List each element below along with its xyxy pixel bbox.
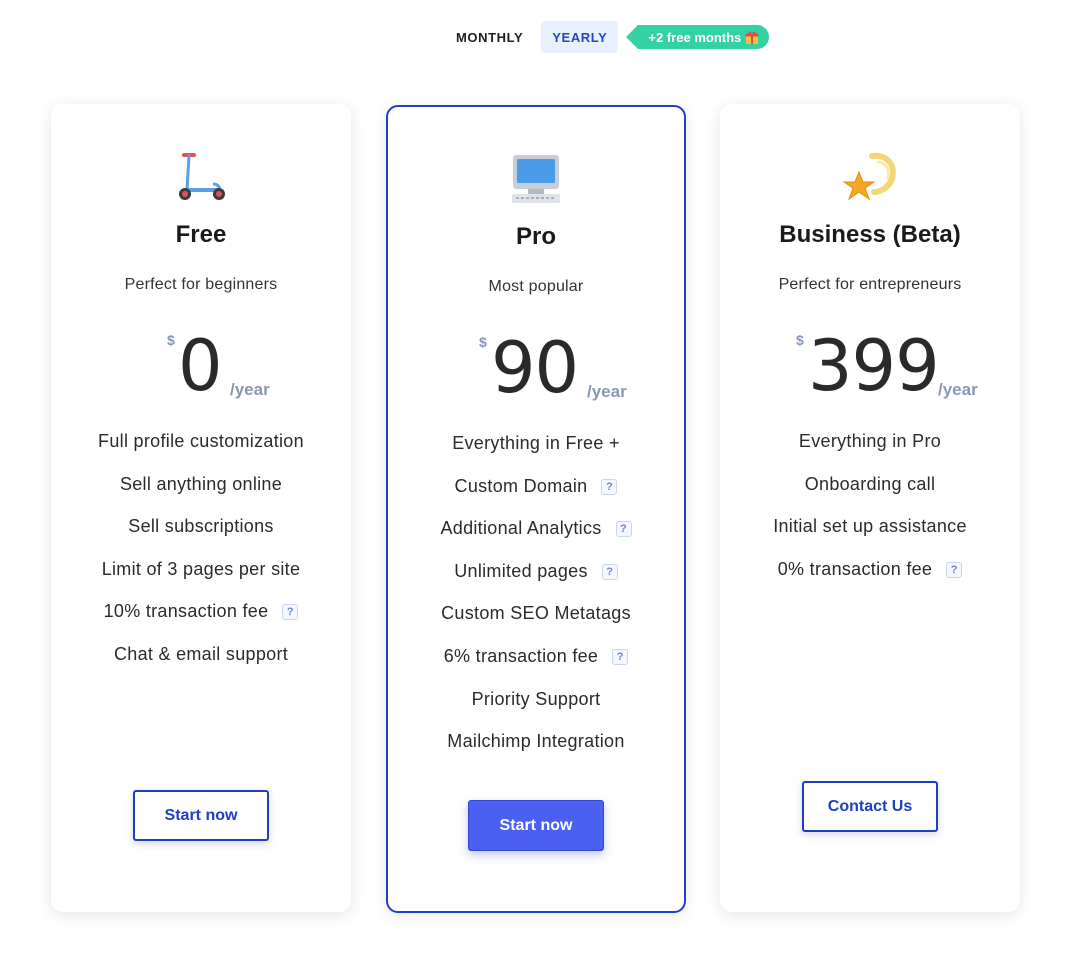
feature-item: Initial set up assistance	[720, 516, 1020, 559]
plan-tagline: Most popular	[488, 278, 584, 295]
plan-tagline: Perfect for entrepreneurs	[778, 276, 962, 293]
start-now-button[interactable]: Start now	[468, 800, 604, 851]
feature-text: Custom SEO Metatags	[441, 603, 631, 624]
shooting-star-icon	[842, 152, 896, 201]
feature-text: 0% transaction fee	[777, 558, 933, 579]
feature-item: 0% transaction fee?	[720, 559, 1020, 602]
plan-name: Business (Beta)	[779, 221, 961, 248]
feature-item: 10% transaction fee?	[51, 601, 351, 644]
help-icon[interactable]: ?	[946, 561, 963, 578]
price-amount: 0	[178, 325, 223, 407]
yearly-toggle-button[interactable]: YEARLY	[541, 21, 619, 53]
feature-item: Priority Support	[388, 689, 684, 732]
feature-text: Initial set up assistance	[773, 516, 967, 537]
feature-list: Full profile customization Sell anything…	[51, 431, 351, 687]
help-icon[interactable]: ?	[601, 563, 618, 580]
price-amount: 90	[491, 327, 579, 409]
feature-item: Sell subscriptions	[51, 516, 351, 559]
plan-card-free: Free Perfect for beginners $ 0 /year Ful…	[51, 104, 351, 912]
help-icon[interactable]: ?	[601, 478, 618, 495]
feature-text: Sell subscriptions	[128, 516, 274, 537]
plan-price: $ 0 /year	[51, 326, 351, 406]
plan-price: $ 90 /year	[388, 328, 684, 408]
price-currency: $	[796, 332, 804, 348]
gift-icon	[745, 31, 759, 44]
feature-item: Additional Analytics?	[388, 518, 684, 561]
feature-item: Onboarding call	[720, 474, 1020, 517]
feature-item: Everything in Pro	[720, 431, 1020, 474]
feature-text: 6% transaction fee	[443, 645, 599, 666]
plan-card-pro: Pro Most popular $ 90 /year Everything i…	[386, 105, 686, 913]
feature-text: Full profile customization	[98, 431, 304, 451]
feature-item: Unlimited pages?	[388, 561, 684, 604]
billing-toggle: MONTHLY YEARLY +2 free months	[445, 21, 770, 53]
feature-item: Sell anything online	[51, 474, 351, 517]
feature-text: Chat & email support	[113, 643, 289, 664]
feature-text: Limit of 3 pages per site	[101, 558, 301, 579]
feature-item: Limit of 3 pages per site	[51, 559, 351, 602]
help-icon[interactable]: ?	[615, 521, 632, 538]
feature-item: Custom SEO Metatags	[388, 603, 684, 646]
price-currency: $	[479, 334, 487, 350]
feature-item: Everything in Free +	[388, 433, 684, 476]
plan-name: Free	[175, 221, 227, 248]
feature-text: Additional Analytics	[440, 518, 602, 539]
help-icon[interactable]: ?	[612, 648, 629, 665]
price-period: /year	[230, 380, 270, 399]
kick-scooter-icon	[179, 153, 225, 200]
plan-name: Pro	[515, 223, 556, 250]
feature-list: Everything in Free + Custom Domain? Addi…	[388, 433, 684, 774]
feature-text: Custom Domain	[454, 475, 588, 496]
feature-text: Unlimited pages	[454, 560, 588, 581]
contact-us-button[interactable]: Contact Us	[802, 781, 938, 832]
free-months-badge: +2 free months	[626, 25, 770, 49]
promo-label: +2 free months	[648, 29, 742, 45]
feature-text: Onboarding call	[804, 473, 936, 494]
help-icon[interactable]: ?	[282, 604, 299, 621]
feature-item: Mailchimp Integration	[388, 731, 684, 774]
monthly-toggle-button[interactable]: MONTHLY	[445, 21, 534, 53]
plan-price: $ 399 /year	[720, 326, 1020, 406]
price-amount: 399	[808, 325, 940, 407]
feature-text: Sell anything online	[119, 473, 283, 494]
feature-text: 10% transaction fee	[103, 601, 269, 622]
feature-text: Mailchimp Integration	[447, 731, 625, 752]
feature-item: 6% transaction fee?	[388, 646, 684, 689]
feature-text: Everything in Free +	[452, 433, 620, 453]
feature-text: Priority Support	[471, 688, 601, 709]
price-period: /year	[938, 380, 978, 399]
plan-card-business: Business (Beta) Perfect for entrepreneur…	[720, 104, 1020, 912]
feature-item: Full profile customization	[51, 431, 351, 474]
feature-text: Everything in Pro	[798, 431, 942, 451]
price-currency: $	[167, 332, 175, 348]
feature-item: Custom Domain?	[388, 476, 684, 519]
price-period: /year	[587, 382, 627, 401]
feature-list: Everything in Pro Onboarding call Initia…	[720, 431, 1020, 601]
start-now-button[interactable]: Start now	[133, 790, 269, 841]
feature-item: Chat & email support	[51, 644, 351, 687]
desktop-computer-icon	[512, 155, 560, 203]
plan-tagline: Perfect for beginners	[124, 276, 278, 293]
